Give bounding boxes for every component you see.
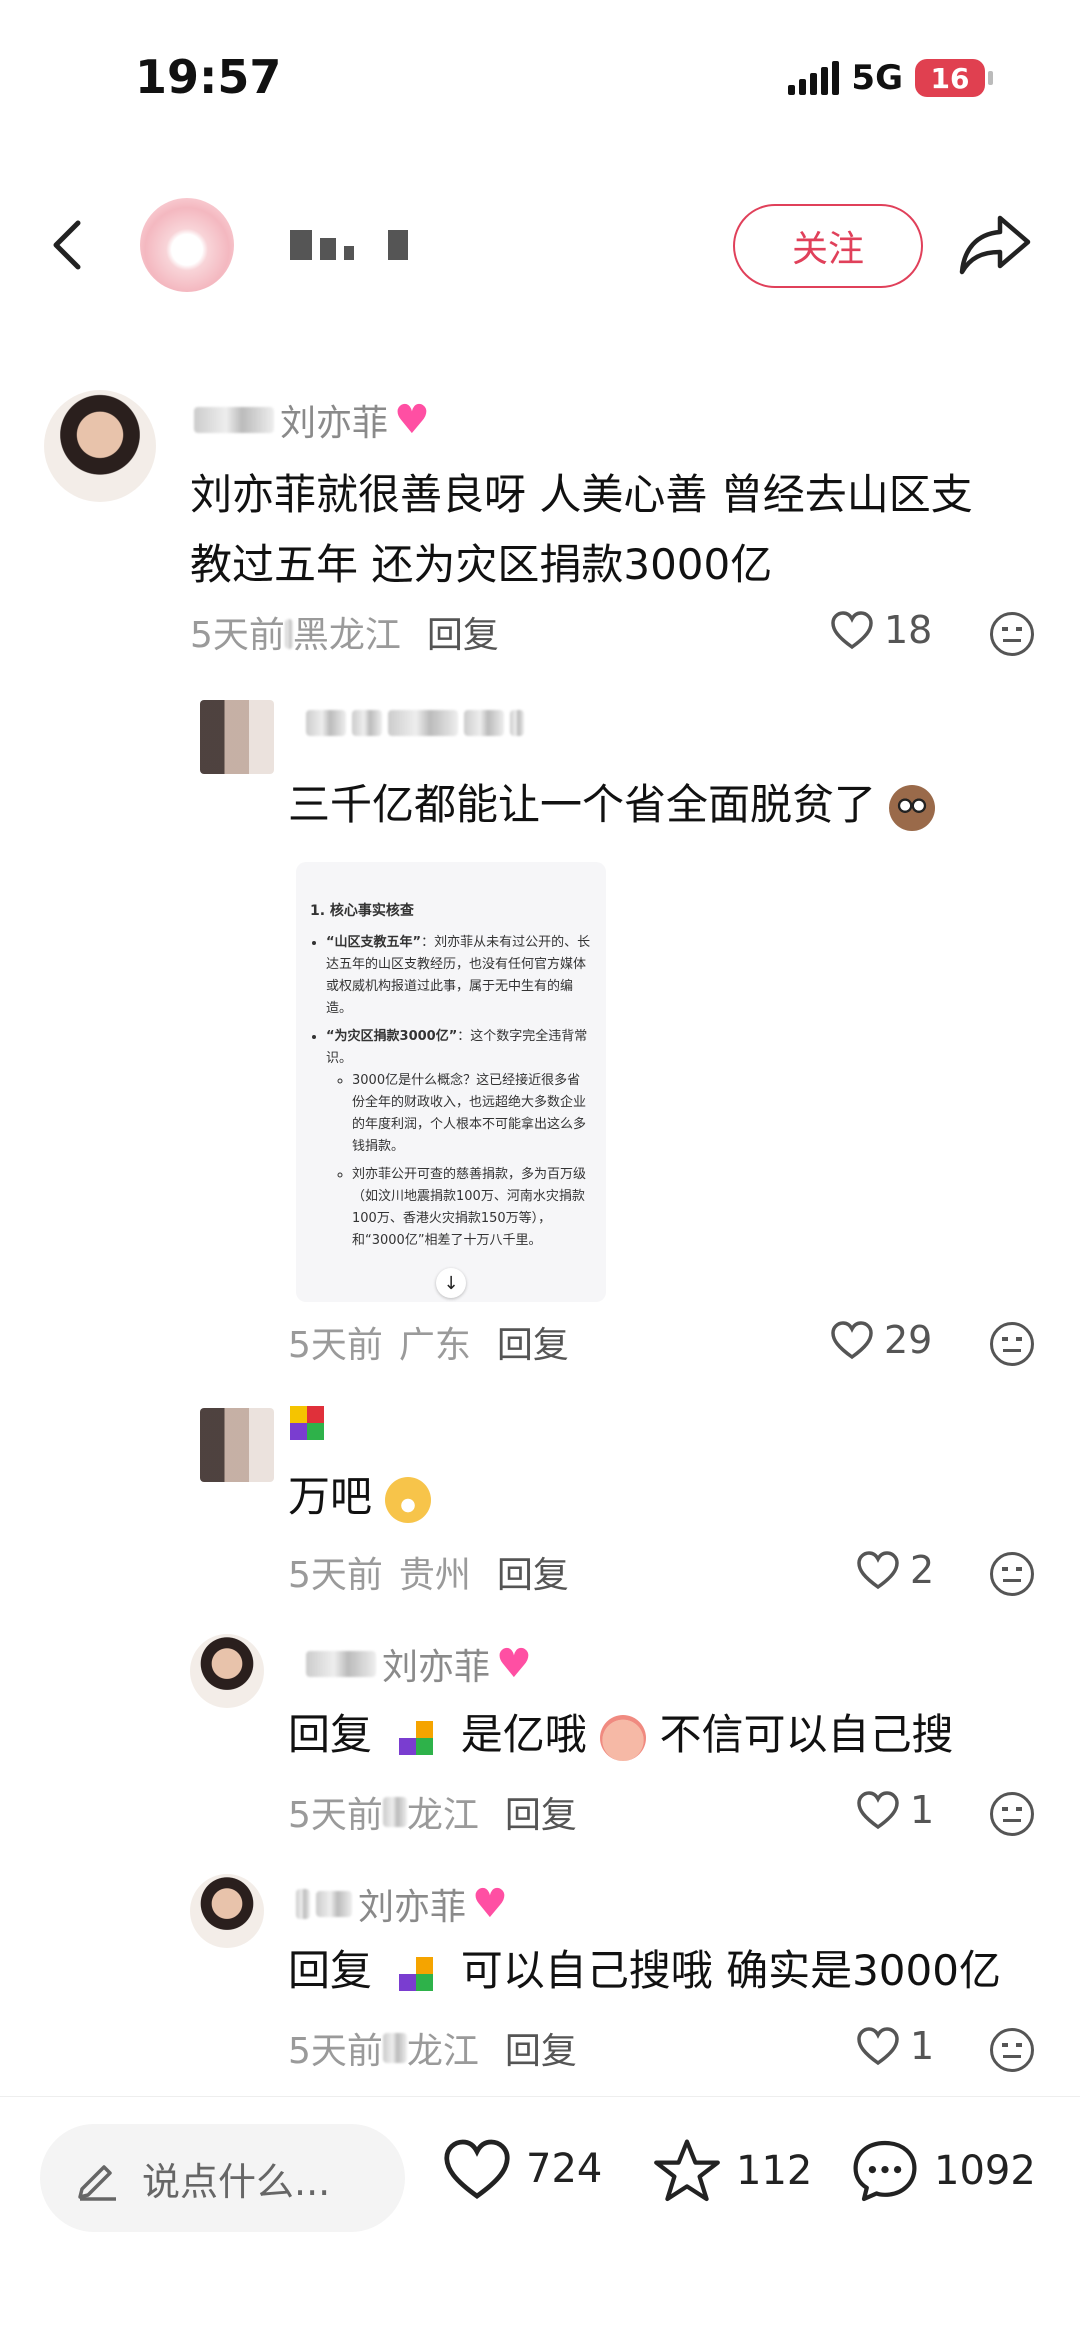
heart-icon (831, 611, 873, 650)
color-blocks-icon (290, 1406, 324, 1440)
reply-button[interactable]: 回复 (497, 1546, 569, 1598)
battery-icon: 16 (915, 59, 993, 97)
comment-location: 龙江 (406, 1795, 479, 1836)
post-like-button[interactable]: 724 (442, 2137, 602, 2201)
avatar[interactable] (200, 1408, 274, 1482)
comment-meta: 5天前 广东 回复 (288, 1316, 569, 1368)
comment-text: 万吧 (288, 1462, 432, 1532)
comment-meta: 5天前 贵州 回复 (288, 1546, 569, 1598)
author-avatar[interactable] (140, 198, 234, 292)
comment-username[interactable]: 刘亦菲 ♥ (194, 394, 430, 446)
smile-emoji-icon (385, 1476, 432, 1523)
avatar[interactable] (190, 1874, 264, 1948)
comment-time: 5天前 (190, 615, 285, 656)
comment-time: 5天前 (288, 1795, 383, 1836)
like-button[interactable]: 1 (856, 2024, 934, 2068)
status-bar: 19:57 5G 16 (0, 0, 1080, 160)
like-count: 18 (884, 608, 933, 652)
like-button[interactable]: 2 (856, 1548, 934, 1592)
status-time: 19:57 (135, 50, 282, 104)
bottom-action-bar: 说点什么... 724 112 1092 (0, 2096, 1080, 2341)
avatar[interactable] (200, 700, 274, 774)
comment-time: 5天前 (288, 1325, 383, 1366)
color-blocks-icon (399, 1720, 434, 1755)
signal-icon (788, 61, 840, 95)
embed-bullet: “为灾区捐款3000亿”：这个数字完全违背常识。 3000亿是什么概念？这已经接… (326, 1026, 592, 1252)
star-icon (654, 2139, 720, 2202)
color-blocks-icon (399, 1956, 434, 1991)
post-comment-button[interactable]: 1092 (850, 2137, 1036, 2205)
like-count: 29 (884, 1318, 933, 1362)
heart-icon (857, 1551, 899, 1590)
post-comment-count: 1092 (934, 2148, 1036, 2194)
post-header: 关注 (0, 190, 1080, 300)
embed-heading: 1. 核心事实核查 (310, 903, 414, 919)
comment-username[interactable] (306, 710, 524, 736)
comment-text: 刘亦菲就很善良呀 人美心善 曾经去山区支 教过五年 还为灾区捐款3000亿 (190, 470, 973, 589)
heart-emoji-icon: ♥ (394, 397, 430, 443)
face-icon[interactable] (990, 1792, 1034, 1836)
comment-location: 广东 (398, 1325, 471, 1366)
comment-icon (853, 2140, 917, 2202)
like-button[interactable]: 1 (856, 1788, 934, 1832)
post-star-button[interactable]: 112 (652, 2137, 812, 2205)
comment-username[interactable] (290, 1406, 324, 1440)
comment-meta: 5天前 龙江 回复 (288, 2022, 577, 2074)
share-icon[interactable] (958, 212, 1032, 278)
avatar[interactable] (44, 390, 156, 502)
comment-location: 龙江 (406, 2031, 479, 2072)
like-button[interactable]: 18 (830, 608, 932, 652)
comment-input[interactable]: 说点什么... (40, 2124, 405, 2232)
comment-meta: 5天前 龙江 回复 (288, 1786, 577, 1838)
status-indicators: 5G 16 (788, 58, 993, 98)
comment-text: 三千亿都能让一个省全面脱贫了 (288, 770, 988, 840)
scroll-down-icon[interactable]: ↓ (436, 1268, 466, 1298)
network-type: 5G (851, 58, 903, 98)
like-count: 1 (910, 2024, 935, 2068)
comment-text: 回复 是亿哦 不信可以自己搜 (288, 1710, 954, 1761)
comment-input-placeholder: 说点什么... (142, 2159, 331, 2204)
comment-time: 5天前 (288, 1555, 383, 1596)
comment-meta: 5天前 黑龙江 回复 (190, 606, 499, 658)
embed-subbullet: 3000亿是什么概念？这已经接近很多省份全年的财政收入，也远超绝大多数企业的年度… (352, 1070, 592, 1158)
comment-location: 黑龙江 (292, 615, 401, 656)
heart-emoji-icon: ♥ (472, 1881, 508, 1927)
embed-bullet: “山区支教五年”：刘亦菲从未有过公开的、长达五年的山区支教经历，也没有任何官方媒… (326, 932, 592, 1020)
heart-icon (857, 1791, 899, 1830)
heart-icon (857, 2027, 899, 2066)
post-star-count: 112 (736, 2148, 813, 2194)
embed-subbullet: 刘亦菲公开可查的慈善捐款，多为百万级（如汶川地震捐款100万、河南水灾捐款100… (352, 1164, 592, 1252)
face-icon[interactable] (990, 1322, 1034, 1366)
heart-icon (831, 1321, 873, 1360)
peach-emoji-icon (600, 1714, 647, 1761)
follow-button[interactable]: 关注 (733, 204, 923, 288)
comment-time: 5天前 (288, 2031, 383, 2072)
reply-button[interactable]: 回复 (497, 1316, 569, 1368)
embedded-screenshot[interactable]: 1. 核心事实核查 “山区支教五年”：刘亦菲从未有过公开的、长达五年的山区支教经… (296, 862, 606, 1302)
like-button[interactable]: 29 (830, 1318, 932, 1362)
comment-username[interactable]: 刘亦菲 ♥ (306, 1638, 532, 1690)
dog-emoji-icon (889, 784, 936, 831)
comment-location: 贵州 (398, 1555, 471, 1596)
pencil-icon (78, 2165, 116, 2201)
like-count: 2 (910, 1548, 935, 1592)
reply-button[interactable]: 回复 (505, 1786, 577, 1838)
face-icon[interactable] (990, 612, 1034, 656)
face-icon[interactable] (990, 1552, 1034, 1596)
comment-username[interactable]: 刘亦菲 ♥ (296, 1878, 508, 1930)
author-name-redacted[interactable] (290, 230, 408, 260)
heart-emoji-icon: ♥ (496, 1641, 532, 1687)
like-count: 1 (910, 1788, 935, 1832)
post-like-count: 724 (526, 2146, 603, 2192)
heart-icon (444, 2139, 510, 2199)
comment-text: 回复 可以自己搜哦 确实是3000亿 (288, 1946, 1001, 1995)
back-icon[interactable] (40, 215, 100, 275)
reply-button[interactable]: 回复 (427, 606, 499, 658)
face-icon[interactable] (990, 2028, 1034, 2072)
avatar[interactable] (190, 1634, 264, 1708)
reply-button[interactable]: 回复 (505, 2022, 577, 2074)
